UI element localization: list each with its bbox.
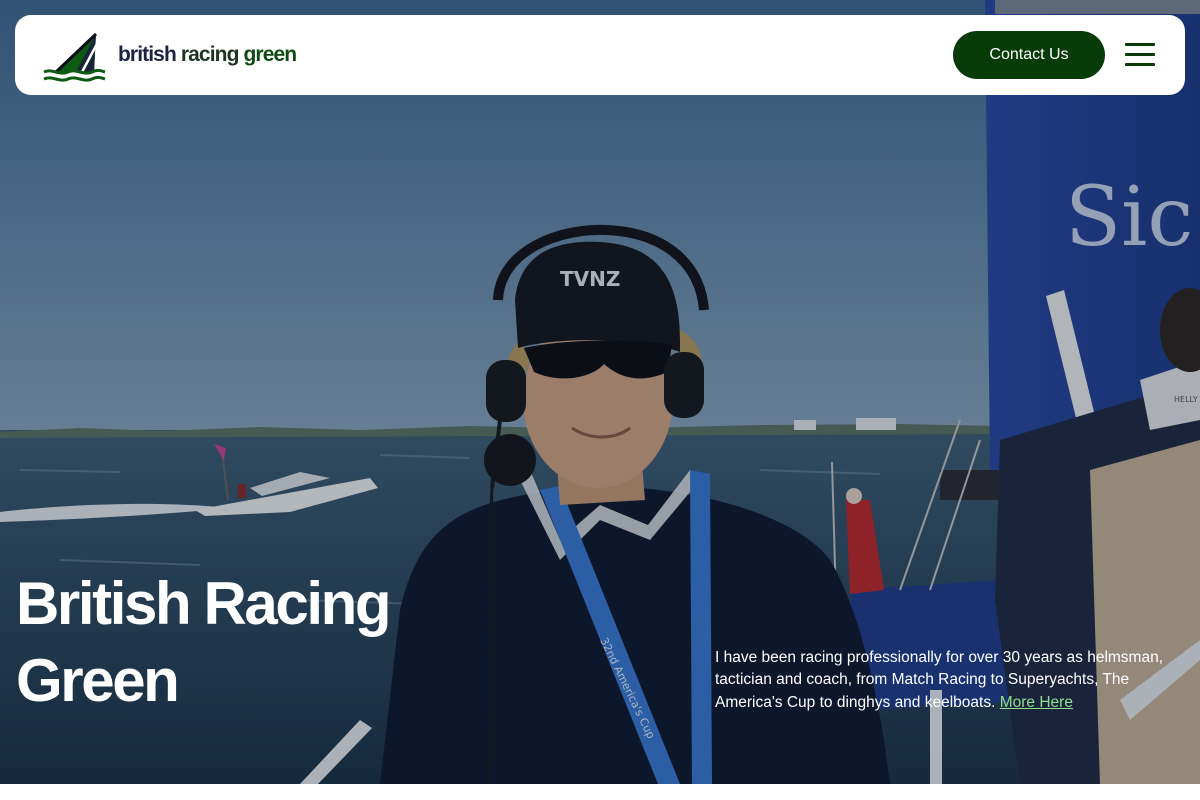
menu-line: [1125, 53, 1155, 56]
hero-title: British Racing Green: [16, 570, 392, 714]
brand-name: british racing green: [118, 43, 298, 67]
brand-word-british: british: [118, 43, 177, 66]
contact-us-button[interactable]: Contact Us: [953, 31, 1105, 79]
hero-description: I have been racing professionally for ov…: [715, 647, 1187, 714]
menu-line: [1125, 63, 1155, 66]
menu-line: [1125, 43, 1155, 46]
more-here-link[interactable]: More Here: [1000, 694, 1073, 711]
site-header: british racing green Contact Us: [15, 15, 1185, 95]
header-actions: Contact Us: [953, 31, 1157, 79]
brand-word-green: green: [243, 43, 298, 66]
brand-home-link[interactable]: british racing green: [42, 28, 298, 82]
hamburger-menu-icon[interactable]: [1125, 42, 1157, 68]
hero-description-text: I have been racing professionally for ov…: [715, 649, 1164, 711]
brand-word-racing: racing: [180, 43, 240, 66]
sailboat-logo-icon: [43, 32, 106, 82]
